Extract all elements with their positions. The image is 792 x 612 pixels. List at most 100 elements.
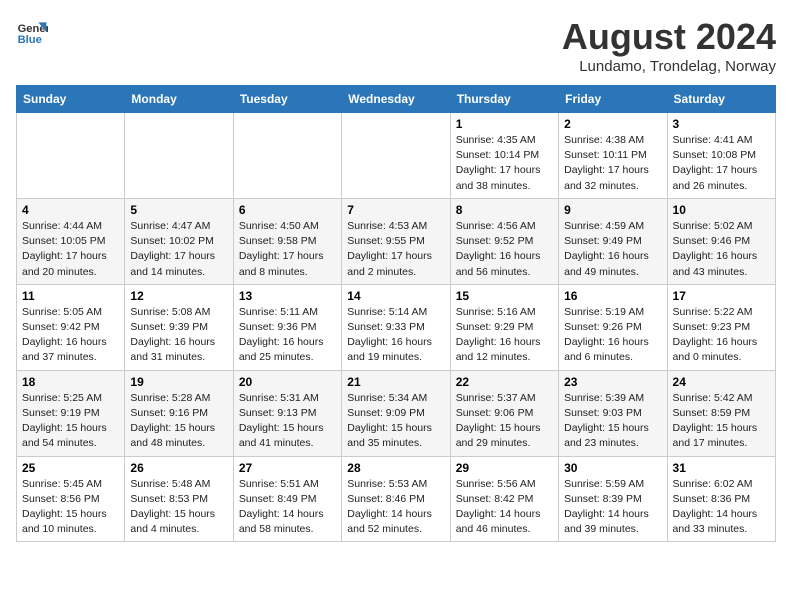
calendar-cell: 17Sunrise: 5:22 AM Sunset: 9:23 PM Dayli… [667,284,775,370]
svg-text:Blue: Blue [18,34,42,46]
calendar-cell: 4 Sunrise: 4:44 AM Sunset: 10:05 PM Dayli… [17,198,125,284]
day-info: Sunrise: 4:41 AM Sunset: 10:08 PM Daylig… [673,133,770,194]
day-number: 20 [239,375,336,389]
day-info: Sunrise: 5:25 AM Sunset: 9:19 PM Dayligh… [22,391,119,452]
day-number: 13 [239,289,336,303]
day-info: Sunrise: 4:44 AM Sunset: 10:05 PM Daylig… [22,219,119,280]
calendar-week-1: 1 Sunrise: 4:35 AM Sunset: 10:14 PM Dayli… [17,113,776,199]
calendar-cell: 10Sunrise: 5:02 AM Sunset: 9:46 PM Dayli… [667,198,775,284]
day-info: Sunrise: 5:05 AM Sunset: 9:42 PM Dayligh… [22,305,119,366]
calendar-table: SundayMondayTuesdayWednesdayThursdayFrid… [16,85,776,542]
day-info: Sunrise: 5:42 AM Sunset: 8:59 PM Dayligh… [673,391,770,452]
day-number: 12 [130,289,227,303]
location-subtitle: Lundamo, Trondelag, Norway [562,58,776,75]
page-header: General Blue August 2024 Lundamo, Tronde… [16,16,776,75]
day-number: 18 [22,375,119,389]
calendar-cell: 22 Sunrise: 5:37 AM Sunset: 9:06 PM Dayli… [450,370,558,456]
day-number: 21 [347,375,444,389]
day-info: Sunrise: 4:59 AM Sunset: 9:49 PM Dayligh… [564,219,661,280]
day-number: 3 [673,117,770,131]
day-number: 5 [130,203,227,217]
day-info: Sunrise: 5:45 AM Sunset: 8:56 PM Dayligh… [22,477,119,538]
calendar-cell: 14 Sunrise: 5:14 AM Sunset: 9:33 PM Dayli… [342,284,450,370]
day-info: Sunrise: 4:38 AM Sunset: 10:11 PM Daylig… [564,133,661,194]
day-info: Sunrise: 5:48 AM Sunset: 8:53 PM Dayligh… [130,477,227,538]
calendar-cell: 19Sunrise: 5:28 AM Sunset: 9:16 PM Dayli… [125,370,233,456]
day-info: Sunrise: 5:11 AM Sunset: 9:36 PM Dayligh… [239,305,336,366]
calendar-cell: 6 Sunrise: 4:50 AM Sunset: 9:58 PM Daylig… [233,198,341,284]
day-info: Sunrise: 5:31 AM Sunset: 9:13 PM Dayligh… [239,391,336,452]
day-info: Sunrise: 5:59 AM Sunset: 8:39 PM Dayligh… [564,477,661,538]
day-number: 28 [347,461,444,475]
calendar-cell: 13 Sunrise: 5:11 AM Sunset: 9:36 PM Dayli… [233,284,341,370]
day-number: 22 [456,375,553,389]
calendar-cell [125,113,233,199]
day-number: 7 [347,203,444,217]
calendar-cell: 24 Sunrise: 5:42 AM Sunset: 8:59 PM Dayli… [667,370,775,456]
day-number: 19 [130,375,227,389]
day-number: 2 [564,117,661,131]
calendar-cell: 31Sunrise: 6:02 AM Sunset: 8:36 PM Dayli… [667,456,775,542]
calendar-cell [342,113,450,199]
day-info: Sunrise: 4:53 AM Sunset: 9:55 PM Dayligh… [347,219,444,280]
day-number: 31 [673,461,770,475]
weekday-header-monday: Monday [125,86,233,113]
day-number: 29 [456,461,553,475]
calendar-cell: 3 Sunrise: 4:41 AM Sunset: 10:08 PM Dayli… [667,113,775,199]
day-number: 11 [22,289,119,303]
logo-icon: General Blue [16,16,48,48]
day-number: 27 [239,461,336,475]
day-number: 4 [22,203,119,217]
calendar-cell: 23 Sunrise: 5:39 AM Sunset: 9:03 PM Dayli… [559,370,667,456]
calendar-week-2: 4 Sunrise: 4:44 AM Sunset: 10:05 PM Dayli… [17,198,776,284]
day-number: 25 [22,461,119,475]
day-info: Sunrise: 5:37 AM Sunset: 9:06 PM Dayligh… [456,391,553,452]
month-year-title: August 2024 [562,16,776,58]
day-info: Sunrise: 5:14 AM Sunset: 9:33 PM Dayligh… [347,305,444,366]
day-info: Sunrise: 4:35 AM Sunset: 10:14 PM Daylig… [456,133,553,194]
weekday-header-friday: Friday [559,86,667,113]
day-info: Sunrise: 5:56 AM Sunset: 8:42 PM Dayligh… [456,477,553,538]
calendar-cell: 16Sunrise: 5:19 AM Sunset: 9:26 PM Dayli… [559,284,667,370]
weekday-header-wednesday: Wednesday [342,86,450,113]
weekday-header-sunday: Sunday [17,86,125,113]
calendar-week-5: 25 Sunrise: 5:45 AM Sunset: 8:56 PM Dayli… [17,456,776,542]
weekday-header-tuesday: Tuesday [233,86,341,113]
day-number: 15 [456,289,553,303]
day-number: 8 [456,203,553,217]
calendar-cell: 25 Sunrise: 5:45 AM Sunset: 8:56 PM Dayli… [17,456,125,542]
calendar-cell: 26 Sunrise: 5:48 AM Sunset: 8:53 PM Dayli… [125,456,233,542]
calendar-cell: 7 Sunrise: 4:53 AM Sunset: 9:55 PM Daylig… [342,198,450,284]
calendar-cell: 9 Sunrise: 4:59 AM Sunset: 9:49 PM Daylig… [559,198,667,284]
calendar-cell: 27 Sunrise: 5:51 AM Sunset: 8:49 PM Dayli… [233,456,341,542]
calendar-cell: 18 Sunrise: 5:25 AM Sunset: 9:19 PM Dayli… [17,370,125,456]
calendar-cell: 29 Sunrise: 5:56 AM Sunset: 8:42 PM Dayli… [450,456,558,542]
day-number: 1 [456,117,553,131]
day-number: 23 [564,375,661,389]
day-number: 14 [347,289,444,303]
day-info: Sunrise: 5:02 AM Sunset: 9:46 PM Dayligh… [673,219,770,280]
day-number: 26 [130,461,227,475]
calendar-cell: 30 Sunrise: 5:59 AM Sunset: 8:39 PM Dayli… [559,456,667,542]
day-number: 30 [564,461,661,475]
calendar-cell [233,113,341,199]
weekday-header-saturday: Saturday [667,86,775,113]
day-info: Sunrise: 5:39 AM Sunset: 9:03 PM Dayligh… [564,391,661,452]
calendar-cell: 21Sunrise: 5:34 AM Sunset: 9:09 PM Dayli… [342,370,450,456]
day-info: Sunrise: 5:08 AM Sunset: 9:39 PM Dayligh… [130,305,227,366]
day-info: Sunrise: 5:22 AM Sunset: 9:23 PM Dayligh… [673,305,770,366]
calendar-cell: 15Sunrise: 5:16 AM Sunset: 9:29 PM Dayli… [450,284,558,370]
day-number: 24 [673,375,770,389]
weekday-header-row: SundayMondayTuesdayWednesdayThursdayFrid… [17,86,776,113]
calendar-cell [17,113,125,199]
day-number: 6 [239,203,336,217]
day-info: Sunrise: 5:53 AM Sunset: 8:46 PM Dayligh… [347,477,444,538]
calendar-cell: 12 Sunrise: 5:08 AM Sunset: 9:39 PM Dayli… [125,284,233,370]
calendar-cell: 28 Sunrise: 5:53 AM Sunset: 8:46 PM Dayli… [342,456,450,542]
day-info: Sunrise: 4:50 AM Sunset: 9:58 PM Dayligh… [239,219,336,280]
day-number: 9 [564,203,661,217]
logo: General Blue [16,16,48,48]
day-number: 16 [564,289,661,303]
day-info: Sunrise: 5:51 AM Sunset: 8:49 PM Dayligh… [239,477,336,538]
calendar-cell: 8Sunrise: 4:56 AM Sunset: 9:52 PM Daylig… [450,198,558,284]
